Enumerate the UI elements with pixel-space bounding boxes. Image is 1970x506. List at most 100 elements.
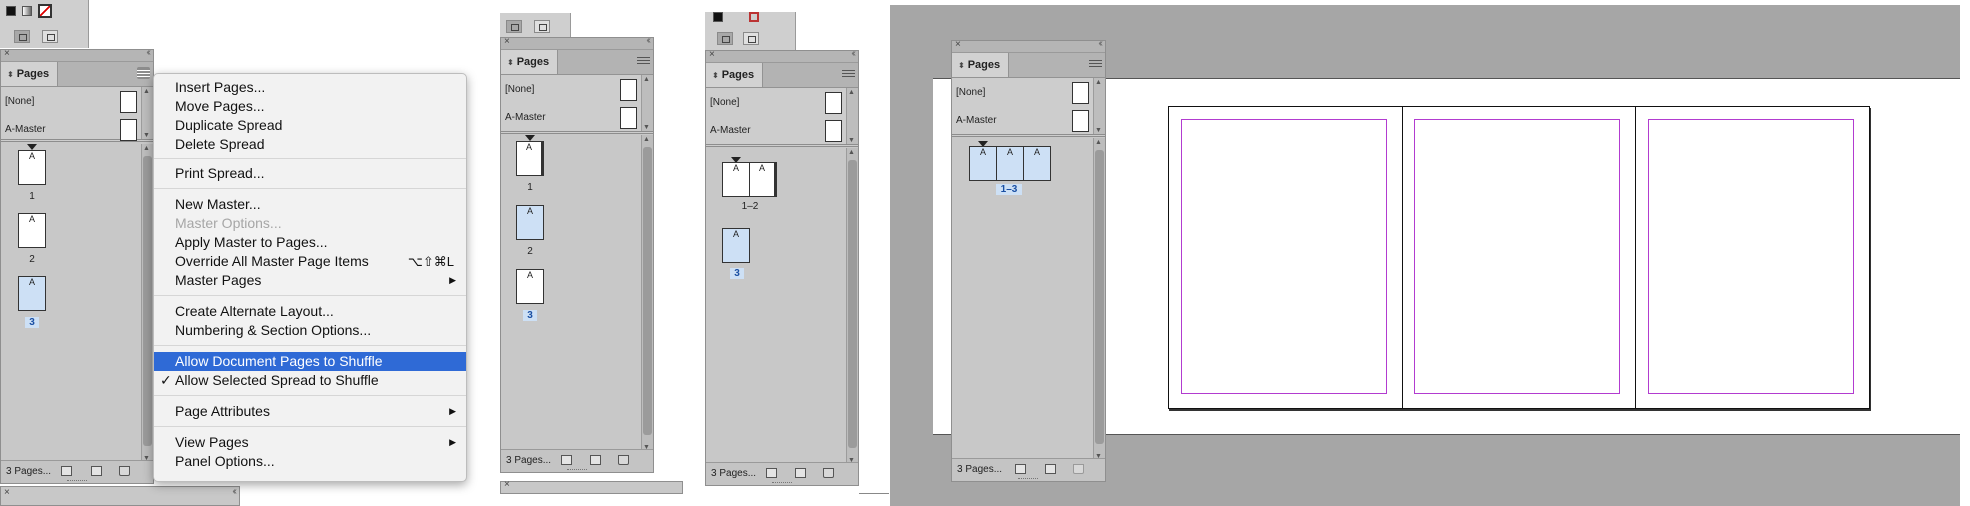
resize-grip[interactable]	[567, 469, 587, 473]
resize-grip[interactable]	[1018, 478, 1038, 482]
page-thumbnail-selected[interactable]: A	[969, 146, 997, 181]
menu-item-insert-pages[interactable]: Insert Pages...	[154, 78, 466, 97]
fill-black-swatch[interactable]	[713, 12, 723, 22]
new-page-icon[interactable]	[1045, 464, 1056, 474]
close-icon[interactable]: ×	[955, 39, 961, 50]
pages-scrollbar[interactable]: ▲ ▼	[846, 148, 858, 464]
none-master-row[interactable]: [None]	[956, 82, 1091, 104]
resize-grip[interactable]	[772, 482, 792, 486]
menu-item-override-master-items[interactable]: Override All Master Page Items ⌥⇧⌘L	[154, 252, 466, 271]
preview-view-button[interactable]	[42, 30, 58, 43]
page-count-label: 3 Pages...	[957, 464, 1003, 475]
menu-item-delete-spread[interactable]: Delete Spread	[154, 135, 466, 154]
page-thumbnail-selected[interactable]: A	[1023, 146, 1051, 181]
menu-item-print-spread[interactable]: Print Spread...	[154, 164, 466, 183]
pages-tab[interactable]: ⬍ Pages	[952, 53, 1010, 77]
page-size-icon[interactable]	[61, 466, 72, 476]
pages-tab[interactable]: ⬍ Pages	[1, 62, 59, 86]
fill-black-swatch[interactable]	[6, 6, 16, 16]
gradient-swatch[interactable]	[22, 6, 32, 16]
page-thumbnail-selected[interactable]: A	[996, 146, 1024, 181]
page-thumbnail[interactable]: A	[516, 141, 544, 176]
close-icon[interactable]: ×	[4, 487, 10, 498]
page-size-icon[interactable]	[766, 468, 777, 478]
page-thumbnail[interactable]: A	[722, 162, 750, 197]
page-thumbnail[interactable]: A	[516, 269, 544, 304]
collapse-icon[interactable]: ‹‹	[1098, 38, 1102, 49]
page-thumbnail-selected[interactable]: A	[722, 228, 750, 263]
masters-scrollbar[interactable]: ▲ ▼	[141, 87, 153, 139]
panel-menu-icon[interactable]	[637, 55, 650, 67]
a-master-row[interactable]: A-Master	[5, 119, 139, 141]
a-master-row[interactable]: A-Master	[956, 110, 1091, 132]
panel-titlebar[interactable]: × ‹‹	[1, 47, 153, 62]
menu-item-master-pages[interactable]: Master Pages ▶	[154, 271, 466, 290]
menu-item-create-alternate-layout[interactable]: Create Alternate Layout...	[154, 302, 466, 321]
collapse-icon[interactable]: ‹‹	[851, 48, 855, 59]
page-thumbnail[interactable]: A	[749, 162, 777, 197]
page-count-label: 3 Pages...	[506, 455, 552, 466]
pages-scrollbar[interactable]: ▲ ▼	[641, 135, 653, 451]
masters-scrollbar[interactable]: ▲ ▼	[641, 75, 653, 131]
menu-item-panel-options[interactable]: Panel Options...	[154, 452, 466, 471]
page-thumbnail-selected[interactable]: A	[18, 276, 46, 311]
a-master-row[interactable]: A-Master	[505, 107, 639, 129]
preview-view-button[interactable]	[534, 20, 550, 33]
new-page-icon[interactable]	[590, 455, 601, 465]
menu-item-apply-master[interactable]: Apply Master to Pages...	[154, 233, 466, 252]
normal-view-button[interactable]	[14, 30, 30, 43]
page-thumbnail[interactable]: A	[18, 150, 46, 185]
trash-icon[interactable]	[119, 466, 130, 476]
new-page-icon[interactable]	[795, 468, 806, 478]
pages-scrollbar[interactable]: ▲ ▼	[1093, 138, 1105, 460]
masters-scrollbar[interactable]: ▲ ▼	[1093, 78, 1105, 134]
pages-tab[interactable]: ⬍ Pages	[706, 63, 764, 87]
none-master-row[interactable]: [None]	[505, 79, 639, 101]
close-icon[interactable]: ×	[4, 48, 10, 59]
collapse-icon[interactable]: ‹‹	[146, 47, 150, 58]
panel-menu-icon[interactable]	[842, 68, 855, 80]
collapse-icon[interactable]: ‹‹	[232, 486, 236, 497]
a-master-row[interactable]: A-Master	[710, 120, 844, 142]
pages-area: A A 1–2 A 3 ▲ ▼	[706, 148, 858, 464]
panel-titlebar[interactable]: × ‹‹	[706, 48, 858, 63]
close-icon[interactable]: ×	[709, 49, 715, 60]
new-page-icon[interactable]	[91, 466, 102, 476]
menu-item-allow-spread-shuffle[interactable]: ✓ Allow Selected Spread to Shuffle	[154, 371, 466, 390]
trash-icon[interactable]	[618, 455, 629, 465]
page-size-icon[interactable]	[1015, 464, 1026, 474]
resize-grip[interactable]	[67, 480, 87, 484]
none-master-row[interactable]: [None]	[710, 92, 844, 114]
menu-item-duplicate-spread[interactable]: Duplicate Spread	[154, 116, 466, 135]
menu-item-numbering-section[interactable]: Numbering & Section Options...	[154, 321, 466, 340]
panel-menu-icon[interactable]	[137, 67, 150, 79]
page-size-icon[interactable]	[561, 455, 572, 465]
panel-titlebar[interactable]: × ‹‹	[952, 38, 1105, 53]
page-thumbnail[interactable]: A	[18, 213, 46, 248]
master-thumbnail	[120, 119, 137, 141]
normal-view-button[interactable]	[506, 20, 522, 33]
normal-view-button[interactable]	[717, 32, 733, 45]
trash-icon[interactable]	[823, 468, 834, 478]
document-spread[interactable]	[1168, 106, 1870, 409]
close-icon[interactable]: ×	[504, 36, 510, 47]
pages-scrollbar[interactable]: ▲ ▼	[141, 144, 153, 462]
menu-item-move-pages[interactable]: Move Pages...	[154, 97, 466, 116]
page-thumbnail-selected[interactable]: A	[516, 205, 544, 240]
page-number-selected: 3	[523, 310, 537, 321]
pages-panel-context-menu: Insert Pages... Move Pages... Duplicate …	[153, 73, 467, 482]
none-swatch-icon[interactable]	[749, 12, 759, 22]
preview-view-button[interactable]	[743, 32, 759, 45]
menu-item-view-pages[interactable]: View Pages ▶	[154, 433, 466, 452]
masters-scrollbar[interactable]: ▲ ▼	[846, 88, 858, 144]
none-master-row[interactable]: [None]	[5, 91, 139, 113]
panel-titlebar[interactable]: × ‹‹	[501, 35, 653, 50]
pages-tab[interactable]: ⬍ Pages	[501, 50, 559, 74]
collapse-icon[interactable]: ‹‹	[646, 35, 650, 46]
menu-item-allow-document-shuffle[interactable]: Allow Document Pages to Shuffle	[154, 352, 466, 371]
panel-menu-icon[interactable]	[1089, 58, 1102, 70]
menu-item-page-attributes[interactable]: Page Attributes ▶	[154, 402, 466, 421]
close-icon[interactable]: ×	[504, 479, 510, 490]
menu-item-new-master[interactable]: New Master...	[154, 195, 466, 214]
none-swatch-icon[interactable]	[38, 4, 52, 18]
